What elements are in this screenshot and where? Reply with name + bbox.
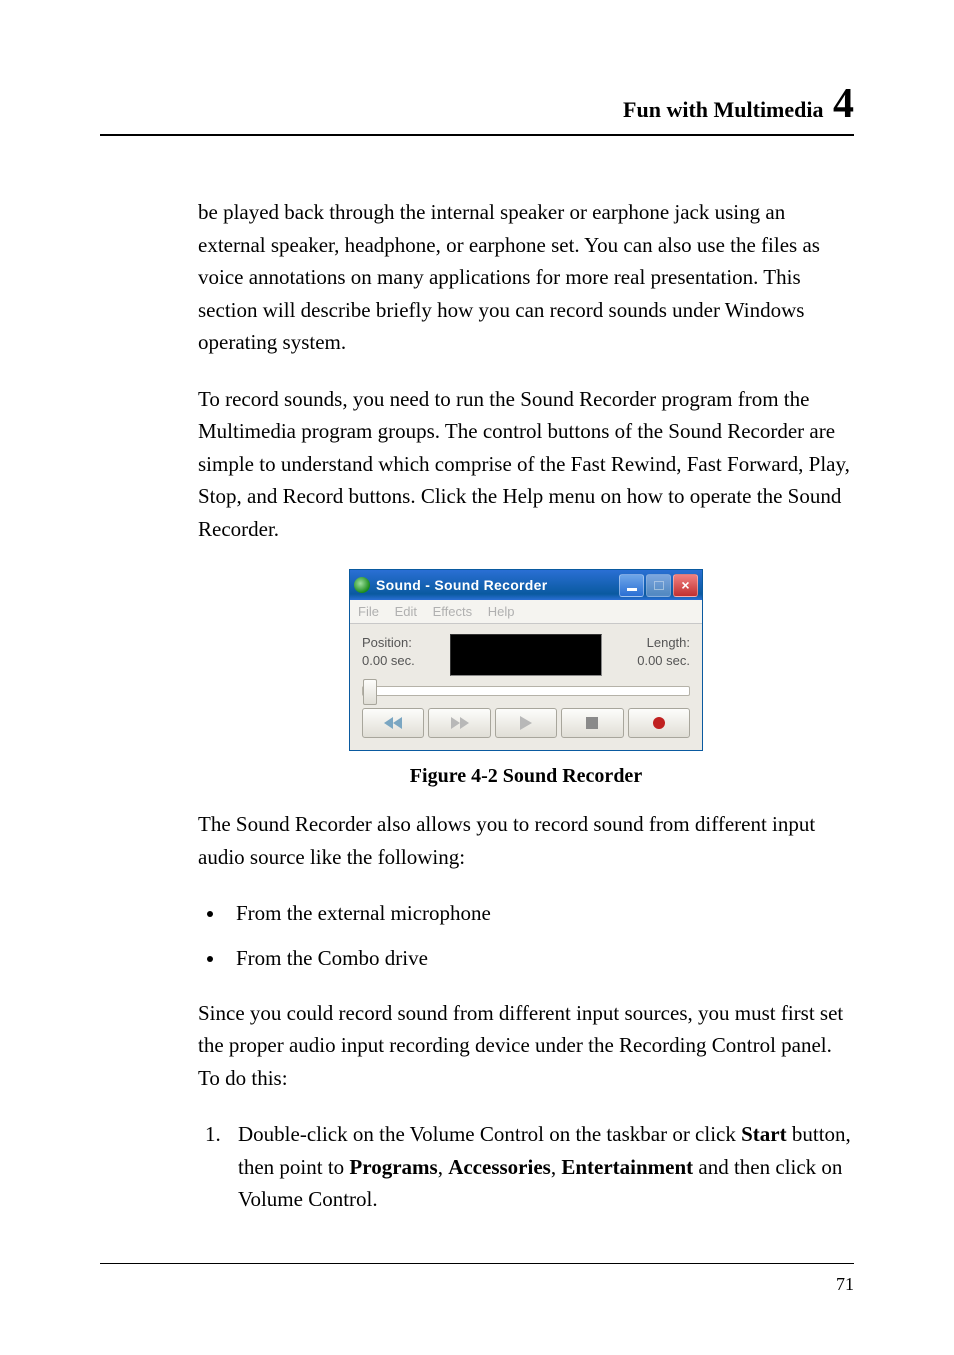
transport-buttons: [362, 708, 690, 738]
bold-accessories: Accessories: [448, 1155, 551, 1179]
window-title: Sound - Sound Recorder: [376, 577, 619, 593]
minimize-button[interactable]: [619, 574, 644, 597]
stop-button[interactable]: [561, 708, 623, 738]
length-readout: Length: 0.00 sec.: [637, 634, 690, 669]
bold-programs: Programs: [349, 1155, 437, 1179]
length-value: 0.00 sec.: [637, 652, 690, 670]
position-label: Position:: [362, 634, 415, 652]
bullet-list: From the external microphone From the Co…: [198, 898, 854, 975]
bold-entertainment: Entertainment: [561, 1155, 693, 1179]
rewind-icon: [384, 717, 402, 729]
ordered-list: Double-click on the Volume Control on th…: [198, 1118, 854, 1216]
titlebar[interactable]: Sound - Sound Recorder ×: [350, 570, 702, 600]
rewind-button[interactable]: [362, 708, 424, 738]
document-page: Fun with Multimedia 4 be played back thr…: [0, 0, 954, 1355]
page-header: Fun with Multimedia 4: [100, 80, 854, 136]
page-footer: 71: [100, 1263, 854, 1295]
page-content: be played back through the internal spea…: [100, 196, 854, 1216]
figure-sound-recorder: Sound - Sound Recorder × File Edit Effec…: [198, 569, 854, 751]
play-icon: [520, 716, 532, 730]
header-chapter-number: 4: [833, 81, 854, 127]
app-icon: [354, 577, 370, 593]
length-label: Length:: [637, 634, 690, 652]
header-title: Fun with Multimedia: [623, 97, 829, 122]
position-value: 0.00 sec.: [362, 652, 415, 670]
list-item: From the Combo drive: [226, 943, 854, 975]
menubar: File Edit Effects Help: [350, 600, 702, 624]
info-row: Position: 0.00 sec. Length: 0.00 sec.: [362, 634, 690, 676]
page-number: 71: [836, 1274, 854, 1294]
forward-icon: [451, 717, 469, 729]
close-button[interactable]: ×: [673, 574, 698, 597]
record-button[interactable]: [628, 708, 690, 738]
step-text: ,: [438, 1155, 449, 1179]
maximize-icon: [654, 581, 664, 590]
menu-file[interactable]: File: [358, 604, 379, 619]
menu-edit[interactable]: Edit: [395, 604, 417, 619]
list-item: From the external microphone: [226, 898, 854, 930]
list-item: Double-click on the Volume Control on th…: [226, 1118, 854, 1216]
menu-help[interactable]: Help: [488, 604, 515, 619]
stop-icon: [586, 717, 598, 729]
forward-button[interactable]: [428, 708, 490, 738]
waveform-display: [450, 634, 602, 676]
close-icon: ×: [681, 578, 689, 592]
window-buttons: ×: [619, 574, 698, 597]
window-body: Position: 0.00 sec. Length: 0.00 sec.: [350, 624, 702, 750]
paragraph: To record sounds, you need to run the So…: [198, 383, 854, 546]
paragraph: Since you could record sound from differ…: [198, 997, 854, 1095]
position-slider[interactable]: [362, 686, 690, 696]
bold-start: Start: [741, 1122, 787, 1146]
position-readout: Position: 0.00 sec.: [362, 634, 415, 669]
step-text: ,: [551, 1155, 562, 1179]
menu-effects[interactable]: Effects: [433, 604, 473, 619]
sound-recorder-window: Sound - Sound Recorder × File Edit Effec…: [349, 569, 703, 751]
step-text: Double-click on the Volume Control on th…: [238, 1122, 741, 1146]
figure-caption: Figure 4-2 Sound Recorder: [198, 765, 854, 788]
record-icon: [652, 716, 666, 730]
maximize-button: [646, 574, 671, 597]
slider-thumb[interactable]: [363, 679, 377, 705]
play-button[interactable]: [495, 708, 557, 738]
minimize-icon: [627, 588, 637, 591]
paragraph: be played back through the internal spea…: [198, 196, 854, 359]
paragraph: The Sound Recorder also allows you to re…: [198, 808, 854, 873]
